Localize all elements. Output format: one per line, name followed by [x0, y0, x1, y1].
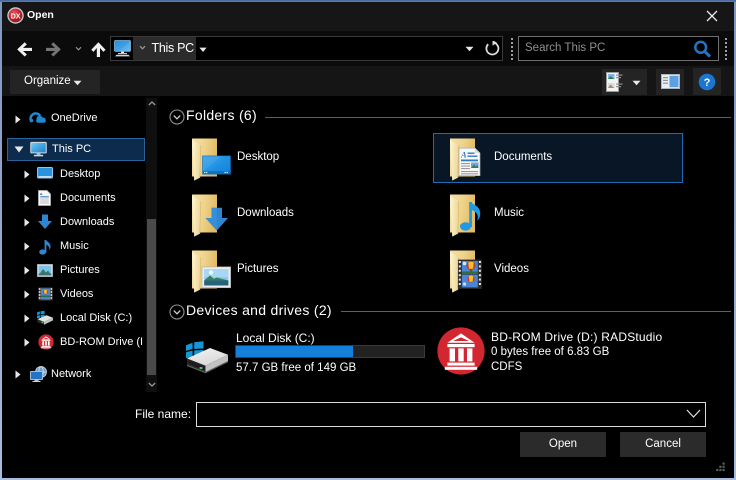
svg-text:DX: DX	[11, 11, 21, 20]
svg-text:A: A	[460, 150, 467, 160]
svg-text:?: ?	[704, 77, 711, 89]
